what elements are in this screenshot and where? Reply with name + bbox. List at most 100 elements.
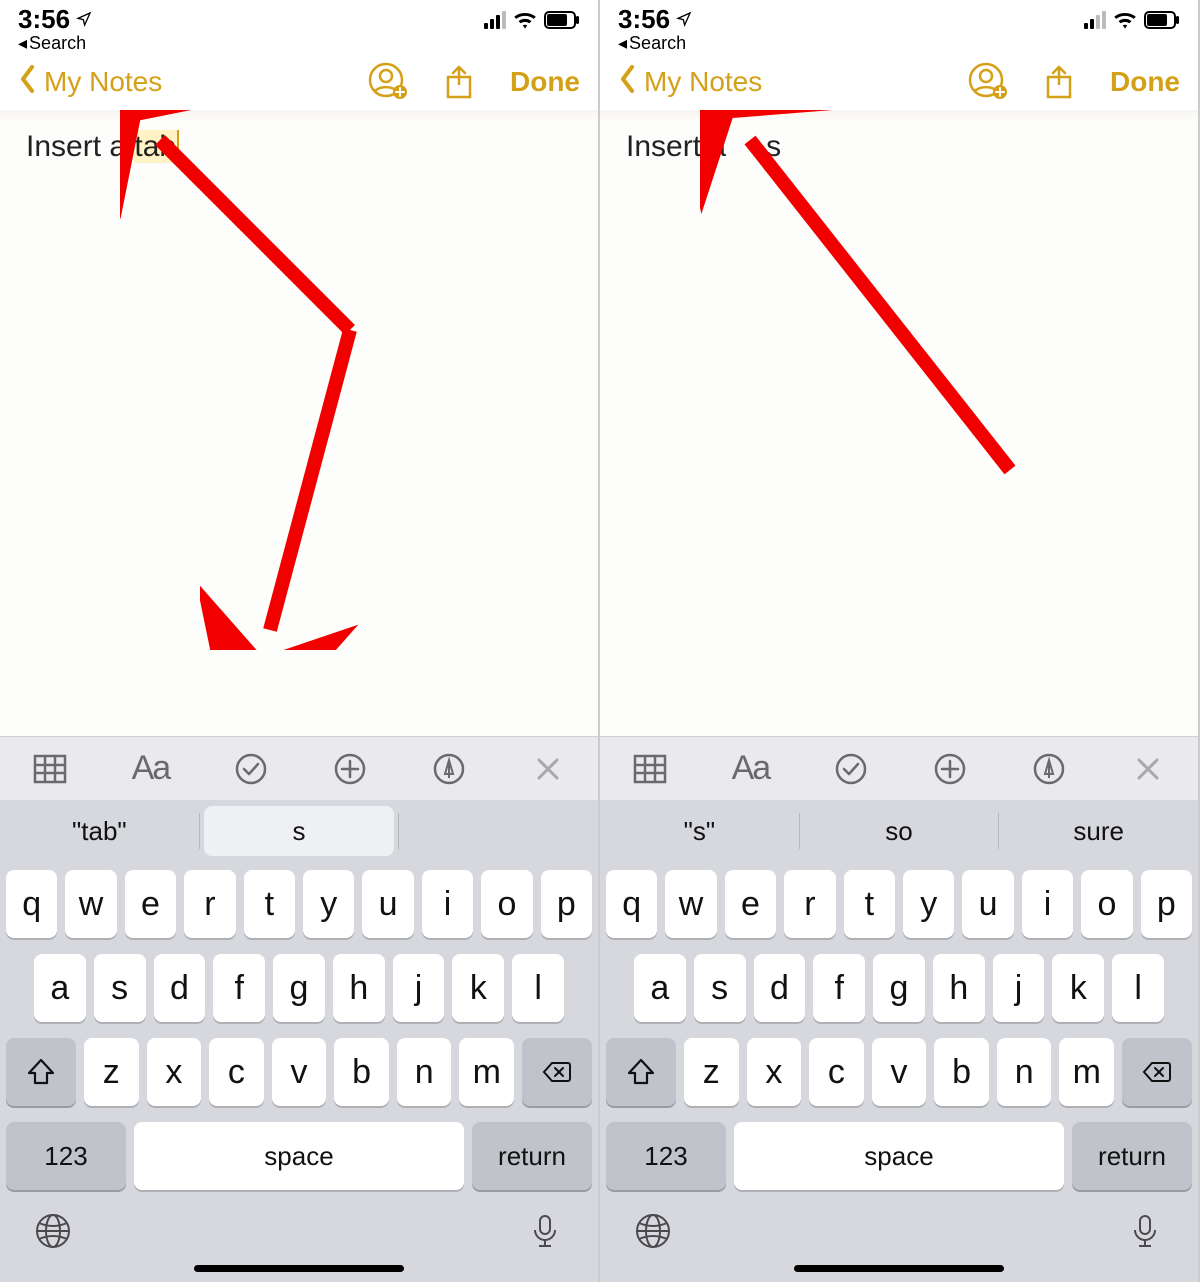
key-w[interactable]: w — [65, 870, 116, 938]
key-p[interactable]: p — [1141, 870, 1192, 938]
key-m[interactable]: m — [459, 1038, 514, 1106]
note-editor[interactable]: Insert as — [600, 110, 1198, 736]
key-w[interactable]: w — [665, 870, 716, 938]
chevron-left-icon — [18, 63, 38, 102]
key-r[interactable]: r — [184, 870, 235, 938]
key-c[interactable]: c — [809, 1038, 864, 1106]
key-q[interactable]: q — [6, 870, 57, 938]
add-attachment-icon[interactable] — [333, 752, 367, 786]
key-b[interactable]: b — [934, 1038, 989, 1106]
key-x[interactable]: x — [147, 1038, 202, 1106]
key-s[interactable]: s — [694, 954, 746, 1022]
key-v[interactable]: v — [272, 1038, 327, 1106]
suggestion-0[interactable]: "tab" — [4, 806, 195, 856]
suggestion-0[interactable]: "s" — [604, 806, 795, 856]
key-y[interactable]: y — [303, 870, 354, 938]
dictation-icon[interactable] — [526, 1212, 564, 1255]
key-f[interactable]: f — [213, 954, 265, 1022]
breadcrumb-back[interactable]: ◂Search — [618, 34, 692, 52]
close-icon[interactable] — [531, 752, 565, 786]
key-a[interactable]: a — [634, 954, 686, 1022]
key-d[interactable]: d — [154, 954, 206, 1022]
key-d[interactable]: d — [754, 954, 806, 1022]
home-indicator[interactable] — [794, 1265, 1004, 1272]
key-i[interactable]: i — [422, 870, 473, 938]
back-button[interactable]: My Notes — [618, 63, 762, 102]
key-n[interactable]: n — [397, 1038, 452, 1106]
share-icon[interactable] — [444, 65, 474, 99]
space-key[interactable]: space — [134, 1122, 464, 1190]
key-u[interactable]: u — [362, 870, 413, 938]
globe-icon[interactable] — [34, 1212, 72, 1255]
key-q[interactable]: q — [606, 870, 657, 938]
table-icon[interactable] — [33, 752, 67, 786]
key-j[interactable]: j — [993, 954, 1045, 1022]
close-icon[interactable] — [1131, 752, 1165, 786]
checklist-icon[interactable] — [834, 752, 868, 786]
add-attachment-icon[interactable] — [933, 752, 967, 786]
key-i[interactable]: i — [1022, 870, 1073, 938]
return-key[interactable]: return — [1072, 1122, 1192, 1190]
key-h[interactable]: h — [333, 954, 385, 1022]
key-t[interactable]: t — [244, 870, 295, 938]
key-j[interactable]: j — [393, 954, 445, 1022]
key-v[interactable]: v — [872, 1038, 927, 1106]
markup-icon[interactable] — [432, 752, 466, 786]
key-m[interactable]: m — [1059, 1038, 1114, 1106]
key-e[interactable]: e — [725, 870, 776, 938]
key-e[interactable]: e — [125, 870, 176, 938]
suggestion-2[interactable]: sure — [1003, 806, 1194, 856]
markup-icon[interactable] — [1032, 752, 1066, 786]
note-editor[interactable]: Insert a tab — [0, 110, 598, 736]
key-x[interactable]: x — [747, 1038, 802, 1106]
key-c[interactable]: c — [209, 1038, 264, 1106]
shift-key[interactable] — [606, 1038, 676, 1106]
key-g[interactable]: g — [873, 954, 925, 1022]
key-z[interactable]: z — [684, 1038, 739, 1106]
key-n[interactable]: n — [997, 1038, 1052, 1106]
key-u[interactable]: u — [962, 870, 1013, 938]
suggestion-1[interactable]: s — [204, 806, 395, 856]
breadcrumb-back[interactable]: ◂Search — [18, 34, 92, 52]
checklist-icon[interactable] — [234, 752, 268, 786]
key-h[interactable]: h — [933, 954, 985, 1022]
space-key[interactable]: space — [734, 1122, 1064, 1190]
key-f[interactable]: f — [813, 954, 865, 1022]
key-s[interactable]: s — [94, 954, 146, 1022]
key-y[interactable]: y — [903, 870, 954, 938]
table-icon[interactable] — [633, 752, 667, 786]
globe-icon[interactable] — [634, 1212, 672, 1255]
done-button[interactable]: Done — [1110, 66, 1180, 98]
shift-key[interactable] — [6, 1038, 76, 1106]
home-indicator[interactable] — [194, 1265, 404, 1272]
status-time: 3:56 — [618, 6, 670, 32]
key-b[interactable]: b — [334, 1038, 389, 1106]
key-r[interactable]: r — [784, 870, 835, 938]
key-o[interactable]: o — [1081, 870, 1132, 938]
collaborate-icon[interactable] — [968, 62, 1008, 102]
done-button[interactable]: Done — [510, 66, 580, 98]
suggestion-1[interactable]: so — [804, 806, 995, 856]
key-g[interactable]: g — [273, 954, 325, 1022]
suggestion-2[interactable] — [403, 806, 594, 856]
delete-key[interactable] — [522, 1038, 592, 1106]
numeric-key[interactable]: 123 — [606, 1122, 726, 1190]
text-style-button[interactable]: Aa — [132, 749, 170, 788]
key-p[interactable]: p — [541, 870, 592, 938]
text-style-button[interactable]: Aa — [732, 749, 770, 788]
key-z[interactable]: z — [84, 1038, 139, 1106]
key-a[interactable]: a — [34, 954, 86, 1022]
back-button[interactable]: My Notes — [18, 63, 162, 102]
dictation-icon[interactable] — [1126, 1212, 1164, 1255]
collaborate-icon[interactable] — [368, 62, 408, 102]
key-l[interactable]: l — [1112, 954, 1164, 1022]
numeric-key[interactable]: 123 — [6, 1122, 126, 1190]
key-o[interactable]: o — [481, 870, 532, 938]
key-k[interactable]: k — [452, 954, 504, 1022]
key-t[interactable]: t — [844, 870, 895, 938]
key-k[interactable]: k — [1052, 954, 1104, 1022]
delete-key[interactable] — [1122, 1038, 1192, 1106]
key-l[interactable]: l — [512, 954, 564, 1022]
share-icon[interactable] — [1044, 65, 1074, 99]
return-key[interactable]: return — [472, 1122, 592, 1190]
